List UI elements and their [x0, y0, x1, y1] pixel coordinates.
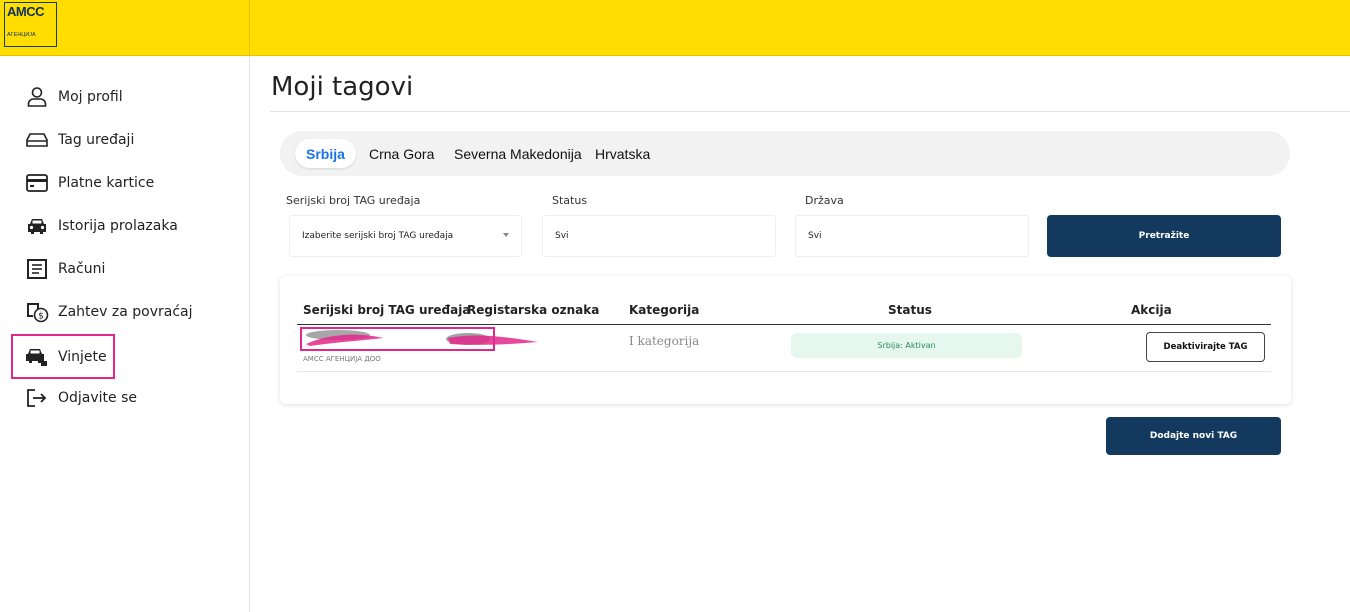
status-filter-label: Status — [552, 194, 588, 207]
country-filter-label: Država — [805, 194, 844, 207]
vignette-icon — [24, 344, 50, 370]
column-header-status: Status — [888, 303, 932, 317]
tab-hrvatska[interactable]: Hrvatska — [584, 139, 661, 168]
row-divider — [297, 371, 1271, 372]
status-badge: Srbija: Aktivan — [791, 333, 1022, 358]
topbar-divider — [249, 0, 250, 56]
sidebar-item-label: Vinjete — [58, 348, 107, 365]
country-select-value: Svi — [808, 231, 822, 241]
main-content: Moji tagovi Srbija Crna Gora Severna Mak… — [250, 56, 1350, 612]
sidebar-item-label: Platne kartice — [58, 175, 155, 191]
sidebar-item-label: Moj profil — [58, 89, 123, 105]
sidebar-item-platne-kartice[interactable]: Platne kartice — [11, 163, 221, 203]
sidebar-item-moj-profil[interactable]: Moj profil — [11, 77, 221, 117]
serial-select-value: Izaberite serijski broj TAG uređaja — [302, 231, 454, 241]
column-header-category: Kategorija — [629, 303, 700, 317]
sidebar-item-odjavite-se[interactable]: Odjavite se — [11, 378, 221, 418]
logout-icon — [24, 385, 50, 411]
top-bar: AMCC АГЕНЦИЈА — [0, 0, 1350, 56]
add-new-tag-button[interactable]: Dodajte novi TAG — [1106, 417, 1281, 455]
tag-category: I kategorija — [629, 334, 700, 348]
deactivate-tag-button[interactable]: Deaktivirajte TAG — [1146, 332, 1265, 362]
sidebar-item-label: Odjavite se — [58, 390, 138, 406]
sidebar: Moj profil Tag uređaji Platne kartice Is… — [0, 56, 250, 612]
sidebar-item-vinjete[interactable]: Vinjete — [11, 334, 115, 379]
search-button[interactable]: Pretražite — [1047, 215, 1281, 257]
sidebar-item-zahtev-za-povracaj[interactable]: $ Zahtev za povraćaj — [11, 292, 221, 332]
tab-srbija[interactable]: Srbija — [295, 139, 356, 168]
country-tabs: Srbija Crna Gora Severna Makedonija Hrva… — [280, 131, 1290, 176]
serial-select[interactable]: Izaberite serijski broj TAG uređaja — [289, 215, 522, 257]
user-icon — [24, 84, 50, 110]
page-title: Moji tagovi — [271, 72, 414, 102]
sidebar-item-label: Zahtev za povraćaj — [58, 304, 193, 320]
svg-text:$: $ — [38, 312, 44, 322]
chevron-down-icon — [503, 233, 509, 237]
invoice-icon — [24, 256, 50, 282]
status-select-value: Svi — [555, 231, 569, 241]
tags-table-card: Serijski broj TAG uređaja Registarska oz… — [280, 276, 1291, 404]
status-select[interactable]: Svi — [542, 215, 776, 257]
serial-filter-label: Serijski broj TAG uređaja — [286, 194, 421, 207]
column-header-plate: Registarska oznaka — [467, 303, 600, 317]
column-header-serial: Serijski broj TAG uređaja — [303, 303, 471, 317]
country-select[interactable]: Svi — [795, 215, 1029, 257]
sidebar-item-istorija-prolazaka[interactable]: Istorija prolazaka — [11, 206, 221, 246]
logo-text: AMCC — [7, 4, 45, 19]
sidebar-item-label: Računi — [58, 261, 106, 277]
tag-device-icon — [24, 127, 50, 153]
logo-subtext: АГЕНЦИЈА — [7, 32, 36, 38]
title-divider — [270, 111, 1350, 112]
tab-crna-gora[interactable]: Crna Gora — [358, 139, 445, 168]
credit-card-icon — [24, 170, 50, 196]
column-header-action: Akcija — [1131, 303, 1172, 317]
sidebar-item-racuni[interactable]: Računi — [11, 249, 221, 289]
redacted-serial-and-plate — [300, 327, 538, 351]
sidebar-item-tag-uredjaji[interactable]: Tag uređaji — [11, 120, 221, 160]
refund-icon: $ — [24, 299, 50, 325]
amcc-logo[interactable]: AMCC АГЕНЦИЈА — [4, 2, 57, 47]
tab-severna-makedonija[interactable]: Severna Makedonija — [443, 139, 593, 168]
tag-owner: AMCC АГЕНЦИЈА ДОО — [303, 355, 381, 363]
sidebar-item-label: Istorija prolazaka — [58, 218, 178, 234]
sidebar-item-label: Tag uređaji — [58, 132, 135, 148]
car-icon — [24, 213, 50, 239]
header-divider — [297, 324, 1271, 325]
